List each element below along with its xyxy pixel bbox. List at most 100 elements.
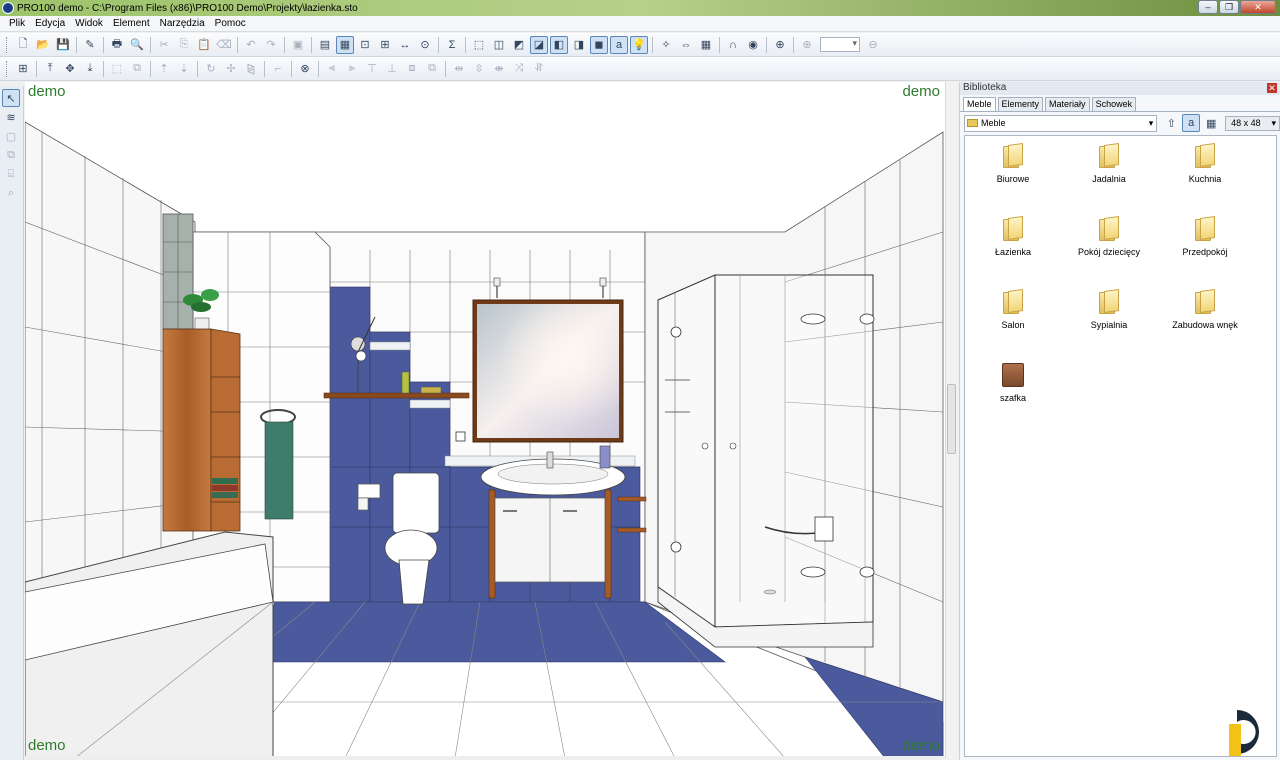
search-icon[interactable]: ⌕ — [2, 184, 20, 202]
redo-icon[interactable]: ↷ — [262, 36, 280, 54]
zoom-in-icon[interactable]: ⊕ — [798, 36, 816, 54]
group-icon[interactable]: ▣ — [289, 36, 307, 54]
library-folder-zabudowa-wnek[interactable]: Zabudowa wnęk — [1157, 288, 1253, 330]
target-icon[interactable]: ⊕ — [771, 36, 789, 54]
move-down-icon[interactable]: ⤓ — [81, 60, 99, 78]
library-path-select[interactable]: Meble — [964, 114, 1158, 132]
move-free-icon[interactable]: ✥ — [61, 60, 79, 78]
menu-widok[interactable]: Widok — [70, 18, 108, 29]
toolbar-grip[interactable] — [6, 60, 9, 77]
print-icon[interactable]: 🖶 — [108, 36, 126, 54]
magic-wand-icon[interactable]: ✧ — [657, 36, 675, 54]
grid-icon[interactable]: ▦ — [697, 36, 715, 54]
zoom-select[interactable] — [820, 37, 860, 52]
menu-plik[interactable]: Plik — [4, 18, 30, 29]
delete-icon[interactable]: ⌫ — [215, 36, 233, 54]
icon-size-select[interactable]: 48 x 48 — [1225, 115, 1280, 131]
sort-icon[interactable]: a — [1182, 114, 1201, 132]
dimension-icon[interactable]: ↔ — [396, 36, 414, 54]
lock-target-icon[interactable]: ⊗ — [296, 60, 314, 78]
text-labels-icon[interactable]: a — [610, 35, 628, 54]
sum-icon[interactable]: Σ — [443, 36, 461, 54]
maximize-button[interactable]: ❐ — [1219, 0, 1239, 14]
library-folder-sypialnia[interactable]: Sypialnia — [1061, 288, 1157, 330]
move-up-icon[interactable]: ⤒ — [41, 60, 59, 78]
light-bulb-icon[interactable]: 💡 — [630, 35, 648, 54]
library-folder-salon[interactable]: Salon — [965, 288, 1061, 330]
rotate-icon[interactable]: ↻ — [202, 60, 220, 78]
tab-elementy[interactable]: Elementy — [997, 97, 1044, 111]
print-preview-icon[interactable]: 🔍 — [128, 36, 146, 54]
move-icon[interactable]: ✢ — [222, 60, 240, 78]
raise-icon[interactable]: ⇡ — [155, 60, 173, 78]
cube-icon[interactable]: ▢ — [2, 127, 20, 145]
menu-pomoc[interactable]: Pomoc — [210, 18, 251, 29]
copy-icon[interactable]: ⎘ — [175, 36, 193, 54]
toolbar-grip[interactable] — [6, 36, 9, 53]
open-folder-icon[interactable]: 📂 — [34, 36, 52, 54]
tab-materialy[interactable]: Materiały — [1045, 97, 1090, 111]
globe-icon[interactable]: ◉ — [744, 36, 762, 54]
stack-icon[interactable]: ⧉ — [423, 60, 441, 78]
realistic-icon[interactable]: ◼ — [590, 35, 608, 54]
menu-edycja[interactable]: Edycja — [30, 18, 70, 29]
shaded-icon[interactable]: ◩ — [510, 36, 528, 54]
align-top-icon[interactable]: ⊤ — [363, 60, 381, 78]
shuffle-icon[interactable]: ⤨ — [510, 60, 528, 78]
measure-icon[interactable]: ⇔ — [677, 36, 695, 54]
library-close-icon[interactable]: ✕ — [1267, 83, 1277, 93]
cut-icon[interactable]: ✂ — [155, 36, 173, 54]
viewport-hscrollbar[interactable] — [25, 756, 945, 760]
magnet-icon[interactable]: ∩ — [724, 36, 742, 54]
thumbnail-grid-icon[interactable]: ▦ — [1202, 114, 1220, 132]
solid-icon[interactable]: ◧ — [550, 35, 568, 54]
stairs-icon[interactable]: ⌸ — [2, 165, 20, 183]
minimize-button[interactable]: – — [1198, 0, 1218, 14]
tab-meble[interactable]: Meble — [963, 97, 996, 111]
library-folder-kuchnia[interactable]: Kuchnia — [1157, 142, 1253, 184]
save-icon[interactable]: 💾 — [54, 36, 72, 54]
library-folder-przedpokoj[interactable]: Przedpokój — [1157, 215, 1253, 257]
menu-narzedzia[interactable]: Narzędzia — [155, 18, 210, 29]
wireframe-icon[interactable]: ⬚ — [470, 36, 488, 54]
snap-grid-icon[interactable]: ⊞ — [14, 60, 32, 78]
textured-icon[interactable]: ◪ — [530, 35, 548, 54]
library-folder-biurowe[interactable]: Biurowe — [965, 142, 1061, 184]
view-export-icon[interactable]: ⊞ — [376, 36, 394, 54]
properties-icon[interactable]: ✎ — [81, 36, 99, 54]
align-left-icon[interactable]: ⫷ — [323, 60, 341, 78]
distribute-icon[interactable]: ⧈ — [403, 60, 421, 78]
library-folder-lazienka[interactable]: Łazienka — [965, 215, 1061, 257]
mirror-icon[interactable]: ⧎ — [242, 60, 260, 78]
align-center-icon[interactable]: ⫸ — [343, 60, 361, 78]
view-layout-icon[interactable]: ▦ — [336, 35, 354, 54]
lower-icon[interactable]: ⇣ — [175, 60, 193, 78]
align-bottom-icon[interactable]: ⊥ — [383, 60, 401, 78]
library-folder-pokoj-dzieciecy[interactable]: Pokój dziecięcy — [1061, 215, 1157, 257]
project-info-icon[interactable]: ▤ — [316, 36, 334, 54]
new-file-icon[interactable]: 🗋 — [14, 36, 32, 54]
close-button[interactable]: ✕ — [1240, 0, 1276, 14]
pointer-icon[interactable]: ↖ — [2, 89, 20, 107]
folder-up-icon[interactable]: ⇧ — [1162, 114, 1180, 132]
paste-icon[interactable]: 📋 — [195, 36, 213, 54]
align-h-icon[interactable]: ⇹ — [450, 60, 468, 78]
corner-icon[interactable]: ⌐ — [269, 60, 287, 78]
tab-schowek[interactable]: Schowek — [1091, 97, 1137, 111]
spread-icon[interactable]: ⇼ — [490, 60, 508, 78]
undo-icon[interactable]: ↶ — [242, 36, 260, 54]
library-item-szafka[interactable]: szafka — [965, 363, 1061, 403]
viewport-scrollbar[interactable] — [945, 82, 957, 758]
flip-icon[interactable]: ⥯ — [530, 60, 548, 78]
view-zoom-icon[interactable]: ⊡ — [356, 36, 374, 54]
zoom-out-icon[interactable]: ⊖ — [864, 36, 882, 54]
align-v-icon[interactable]: ⇳ — [470, 60, 488, 78]
bathroom-render[interactable] — [25, 82, 947, 758]
multi-select-icon[interactable]: ⧉ — [128, 60, 146, 78]
scrollbar-thumb[interactable] — [947, 384, 956, 454]
layers-icon[interactable]: ⧉ — [2, 146, 20, 164]
edges-icon[interactable]: ◨ — [570, 36, 588, 54]
select-region-icon[interactable]: ⬚ — [108, 60, 126, 78]
hidden-lines-icon[interactable]: ◫ — [490, 36, 508, 54]
render-icon[interactable]: ⊙ — [416, 36, 434, 54]
